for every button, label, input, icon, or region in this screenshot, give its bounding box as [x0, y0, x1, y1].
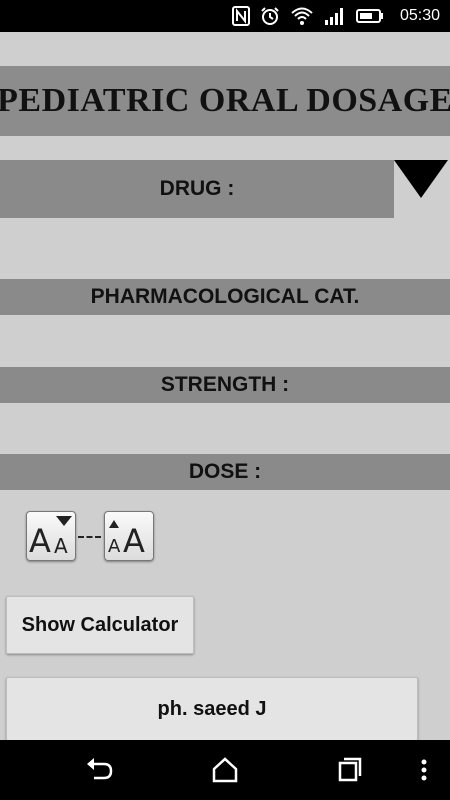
status-time: 05:30: [399, 7, 440, 24]
svg-text:A: A: [108, 536, 121, 557]
navigation-bar: [0, 740, 450, 800]
credit-label: ph. saeed J: [157, 697, 267, 720]
overflow-menu-icon[interactable]: [414, 754, 434, 786]
strength-field: STRENGTH :: [0, 367, 450, 403]
dose-label: DOSE :: [188, 460, 262, 483]
font-control-divider: [78, 536, 101, 538]
status-icons: 05:30: [231, 0, 440, 32]
app-title: PEDIATRIC ORAL DOSAGE: [0, 82, 450, 119]
svg-text:A: A: [123, 522, 145, 560]
signal-icon: [324, 6, 346, 26]
pharmacological-category-field: PHARMACOLOGICAL CAT.: [0, 279, 450, 315]
dose-field: DOSE :: [0, 454, 450, 490]
font-size-increase-icon: A A: [105, 512, 153, 560]
show-calculator-label: Show Calculator: [21, 613, 179, 636]
title-banner: PEDIATRIC ORAL DOSAGE: [0, 66, 450, 136]
show-calculator-button[interactable]: Show Calculator: [6, 596, 194, 654]
alarm-icon: [260, 6, 280, 26]
svg-text:A: A: [29, 522, 51, 560]
battery-icon: [355, 8, 384, 24]
status-bar: 05:30: [0, 0, 450, 32]
credit-button[interactable]: ph. saeed J: [6, 677, 418, 741]
drug-label: DRUG :: [159, 177, 235, 200]
strength-label: STRENGTH :: [160, 373, 290, 396]
pharmacological-category-label: PHARMACOLOGICAL CAT.: [90, 285, 360, 308]
svg-text:A: A: [54, 534, 68, 558]
increase-font-button[interactable]: A A: [104, 511, 154, 561]
drug-selector[interactable]: DRUG :: [0, 160, 394, 218]
decrease-font-button[interactable]: A A: [26, 511, 76, 561]
font-size-decrease-icon: A A: [27, 512, 75, 560]
recent-apps-icon[interactable]: [334, 754, 366, 786]
drug-dropdown-arrow-icon[interactable]: [392, 158, 450, 200]
home-icon[interactable]: [209, 754, 241, 786]
nfc-icon: [231, 6, 250, 26]
wifi-icon: [290, 6, 314, 26]
back-icon[interactable]: [84, 754, 116, 786]
